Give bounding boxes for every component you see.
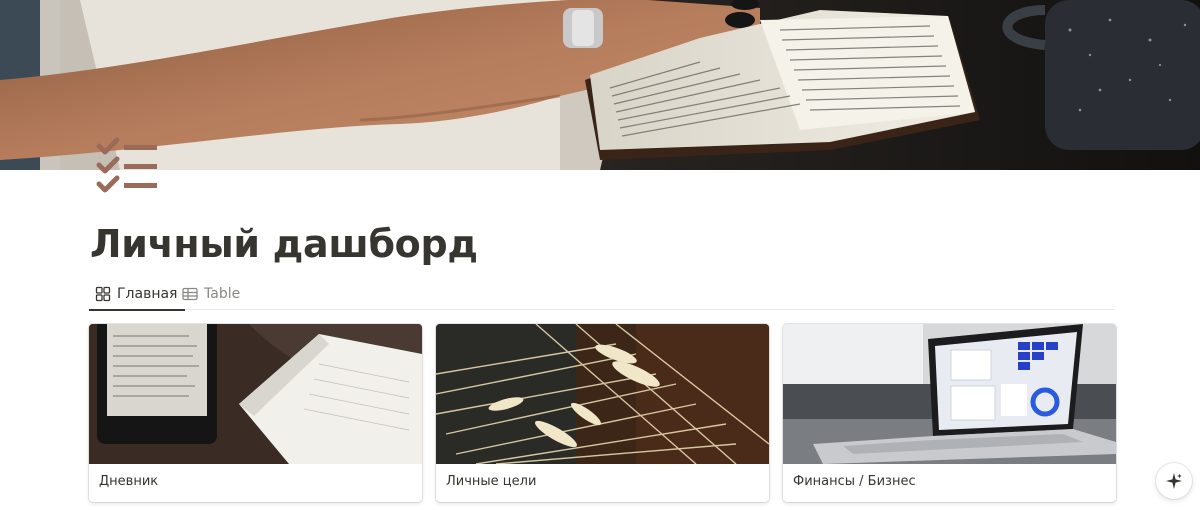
gallery-card-goals[interactable]: Личные цели <box>436 324 769 502</box>
gallery-icon <box>95 286 111 302</box>
ai-assistant-button[interactable] <box>1156 463 1192 499</box>
view-tabs: Главная Table <box>88 278 1115 311</box>
card-title: Личные цели <box>446 474 537 489</box>
card-cover-image <box>436 324 769 464</box>
table-icon <box>182 286 198 302</box>
checklist-icon[interactable] <box>96 137 160 195</box>
tab-main[interactable]: Главная <box>88 278 187 311</box>
tab-table[interactable]: Table <box>182 278 240 309</box>
sparkle-icon <box>1166 473 1182 489</box>
tab-label: Главная <box>117 285 178 302</box>
cover-image <box>0 0 1200 170</box>
tab-label: Table <box>204 285 241 302</box>
card-cover-image <box>783 324 1116 464</box>
card-title: Дневник <box>99 474 159 489</box>
page-title[interactable]: Личный дашборд <box>90 222 478 266</box>
card-title: Финансы / Бизнес <box>793 474 916 489</box>
gallery-card-diary[interactable]: Дневник <box>89 324 422 502</box>
gallery-card-finance[interactable]: Финансы / Бизнес <box>783 324 1116 502</box>
card-cover-image <box>89 324 422 464</box>
